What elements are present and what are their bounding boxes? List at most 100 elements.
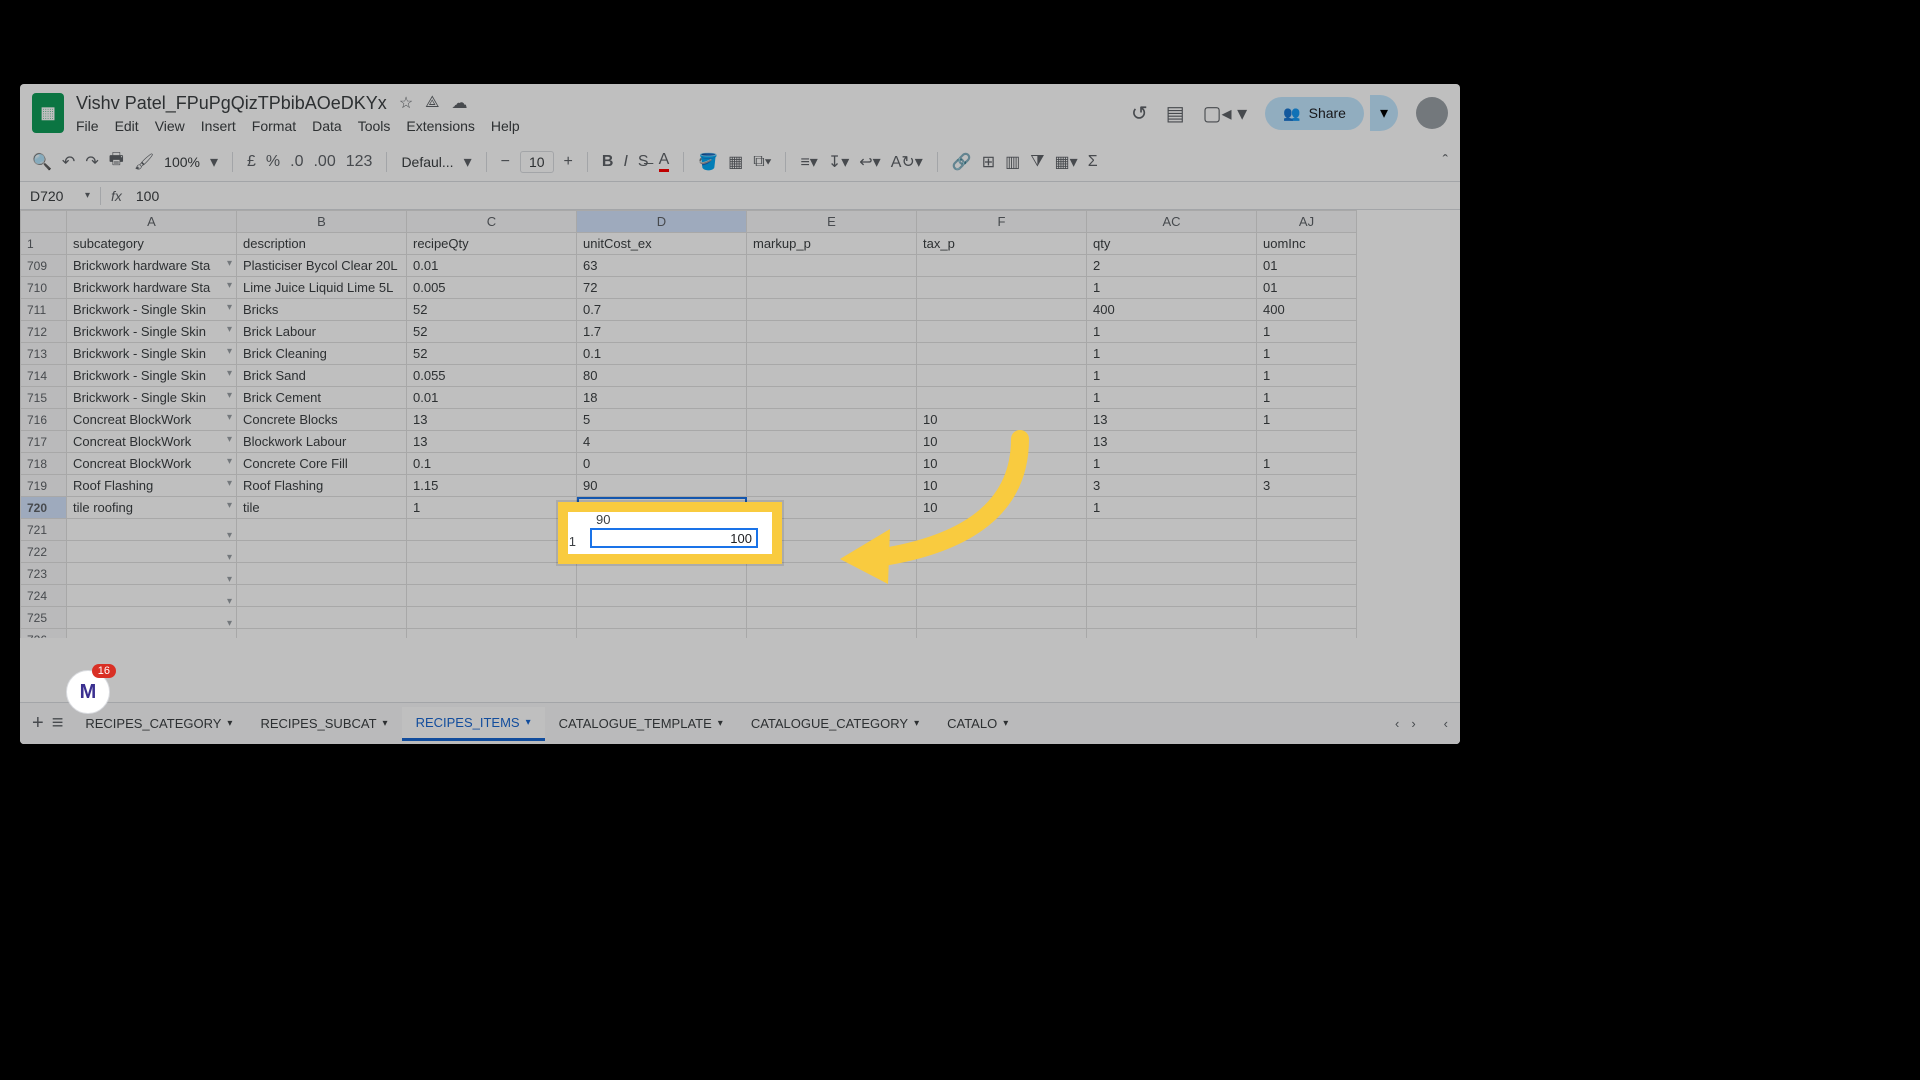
row-header[interactable]: 719 [21, 475, 67, 497]
cell[interactable]: Brickwork - Single Skin [67, 365, 237, 387]
decimal-increase-icon[interactable]: .00 [313, 153, 335, 171]
cell[interactable]: Lime Juice Liquid Lime 5L [237, 277, 407, 299]
cell[interactable] [917, 607, 1087, 629]
cell[interactable] [67, 629, 237, 639]
cell[interactable] [1087, 519, 1257, 541]
document-title[interactable]: Vishv Patel_FPuPgQizTPbibAOeDKYx [76, 93, 387, 114]
font-size-input[interactable]: 10 [520, 151, 554, 173]
cell[interactable]: Brick Sand [237, 365, 407, 387]
col-header-A[interactable]: A [67, 211, 237, 233]
cell[interactable] [1087, 585, 1257, 607]
header-cell[interactable]: recipeQty [407, 233, 577, 255]
header-cell[interactable]: unitCost_ex [577, 233, 747, 255]
cell[interactable]: Brick Cement [237, 387, 407, 409]
cell[interactable] [1257, 497, 1357, 519]
cell[interactable]: 0.01 [407, 255, 577, 277]
sheet-tab[interactable]: CATALOGUE_TEMPLATE▾ [545, 707, 737, 741]
cell[interactable]: 1 [1087, 453, 1257, 475]
borders-icon[interactable]: ▦ [728, 152, 743, 172]
cell[interactable] [1087, 629, 1257, 639]
all-sheets-button[interactable]: ≡ [52, 712, 64, 735]
cell[interactable] [237, 563, 407, 585]
name-box[interactable]: D720▾ [20, 188, 100, 204]
cell[interactable] [1257, 563, 1357, 585]
cell[interactable]: tile [237, 497, 407, 519]
row-header[interactable]: 725 [21, 607, 67, 629]
header-cell[interactable]: description [237, 233, 407, 255]
cell[interactable] [237, 585, 407, 607]
extension-badge[interactable]: M 16 [66, 670, 110, 714]
cell[interactable]: 1 [407, 497, 577, 519]
menu-help[interactable]: Help [491, 118, 520, 134]
menu-file[interactable]: File [76, 118, 99, 134]
sheet-tab[interactable]: CATALO▾ [933, 707, 1022, 741]
cell[interactable] [747, 277, 917, 299]
zoom-select[interactable]: 100% [164, 154, 200, 170]
add-sheet-button[interactable]: + [32, 712, 44, 735]
row-header[interactable]: 722 [21, 541, 67, 563]
col-header-F[interactable]: F [917, 211, 1087, 233]
cell[interactable] [1087, 541, 1257, 563]
cell[interactable]: 400 [1087, 299, 1257, 321]
cell[interactable] [1257, 607, 1357, 629]
cell[interactable] [747, 607, 917, 629]
header-cell[interactable]: subcategory [67, 233, 237, 255]
tabs-scroll-left-icon[interactable]: ‹ [1395, 716, 1399, 731]
percent-icon[interactable]: % [266, 153, 280, 171]
star-icon[interactable]: ☆ [399, 93, 413, 113]
font-increase-icon[interactable]: + [564, 153, 573, 171]
cell[interactable] [1257, 431, 1357, 453]
currency-icon[interactable]: £ [247, 153, 256, 171]
cell[interactable]: Plasticiser Bycol Clear 20L [237, 255, 407, 277]
cell[interactable]: 13 [407, 431, 577, 453]
cell[interactable]: 52 [407, 321, 577, 343]
cell[interactable]: 01 [1257, 277, 1357, 299]
cell[interactable] [407, 607, 577, 629]
link-icon[interactable]: 🔗 [952, 152, 972, 172]
functions-icon[interactable]: Σ [1088, 153, 1098, 171]
cell[interactable]: Brickwork hardware Sta [67, 277, 237, 299]
cell[interactable]: 5 [577, 409, 747, 431]
sheet-tab[interactable]: RECIPES_SUBCAT▾ [246, 707, 401, 741]
halign-icon[interactable]: ≡▾ [800, 152, 817, 172]
cell[interactable]: Brick Labour [237, 321, 407, 343]
chevron-down-icon[interactable]: ▾ [464, 152, 472, 172]
cell[interactable]: Brickwork - Single Skin [67, 299, 237, 321]
redo-icon[interactable]: ↷ [85, 152, 98, 172]
cell[interactable] [67, 585, 237, 607]
row-header[interactable]: 720 [21, 497, 67, 519]
cell[interactable]: 1 [1257, 409, 1357, 431]
cell[interactable]: 80 [577, 365, 747, 387]
cell[interactable]: 0 [577, 453, 747, 475]
cell[interactable]: 72 [577, 277, 747, 299]
filter-views-icon[interactable]: ▦▾ [1055, 152, 1078, 172]
menu-tools[interactable]: Tools [358, 118, 391, 134]
cell[interactable]: 13 [1087, 431, 1257, 453]
undo-icon[interactable]: ↶ [62, 152, 75, 172]
cell[interactable] [67, 541, 237, 563]
cell[interactable] [1257, 541, 1357, 563]
cell[interactable] [237, 629, 407, 639]
italic-icon[interactable]: I [623, 153, 627, 171]
cell[interactable] [1257, 629, 1357, 639]
wrap-icon[interactable]: ↩▾ [859, 152, 880, 172]
menu-extensions[interactable]: Extensions [406, 118, 474, 134]
cell[interactable] [407, 585, 577, 607]
col-header-AC[interactable]: AC [1087, 211, 1257, 233]
cell[interactable]: Bricks [237, 299, 407, 321]
cell[interactable] [67, 607, 237, 629]
cell[interactable] [577, 563, 747, 585]
col-header-AJ[interactable]: AJ [1257, 211, 1357, 233]
cell[interactable]: Concrete Core Fill [237, 453, 407, 475]
cell[interactable]: Roof Flashing [237, 475, 407, 497]
cell[interactable]: 1.7 [577, 321, 747, 343]
header-cell[interactable]: qty [1087, 233, 1257, 255]
cell[interactable]: 13 [407, 409, 577, 431]
cell[interactable] [1257, 519, 1357, 541]
cell[interactable] [917, 277, 1087, 299]
cell[interactable]: tile roofing [67, 497, 237, 519]
cell[interactable] [917, 387, 1087, 409]
cell[interactable]: 1 [1257, 343, 1357, 365]
cell[interactable] [407, 519, 577, 541]
cell[interactable]: 0.1 [407, 453, 577, 475]
